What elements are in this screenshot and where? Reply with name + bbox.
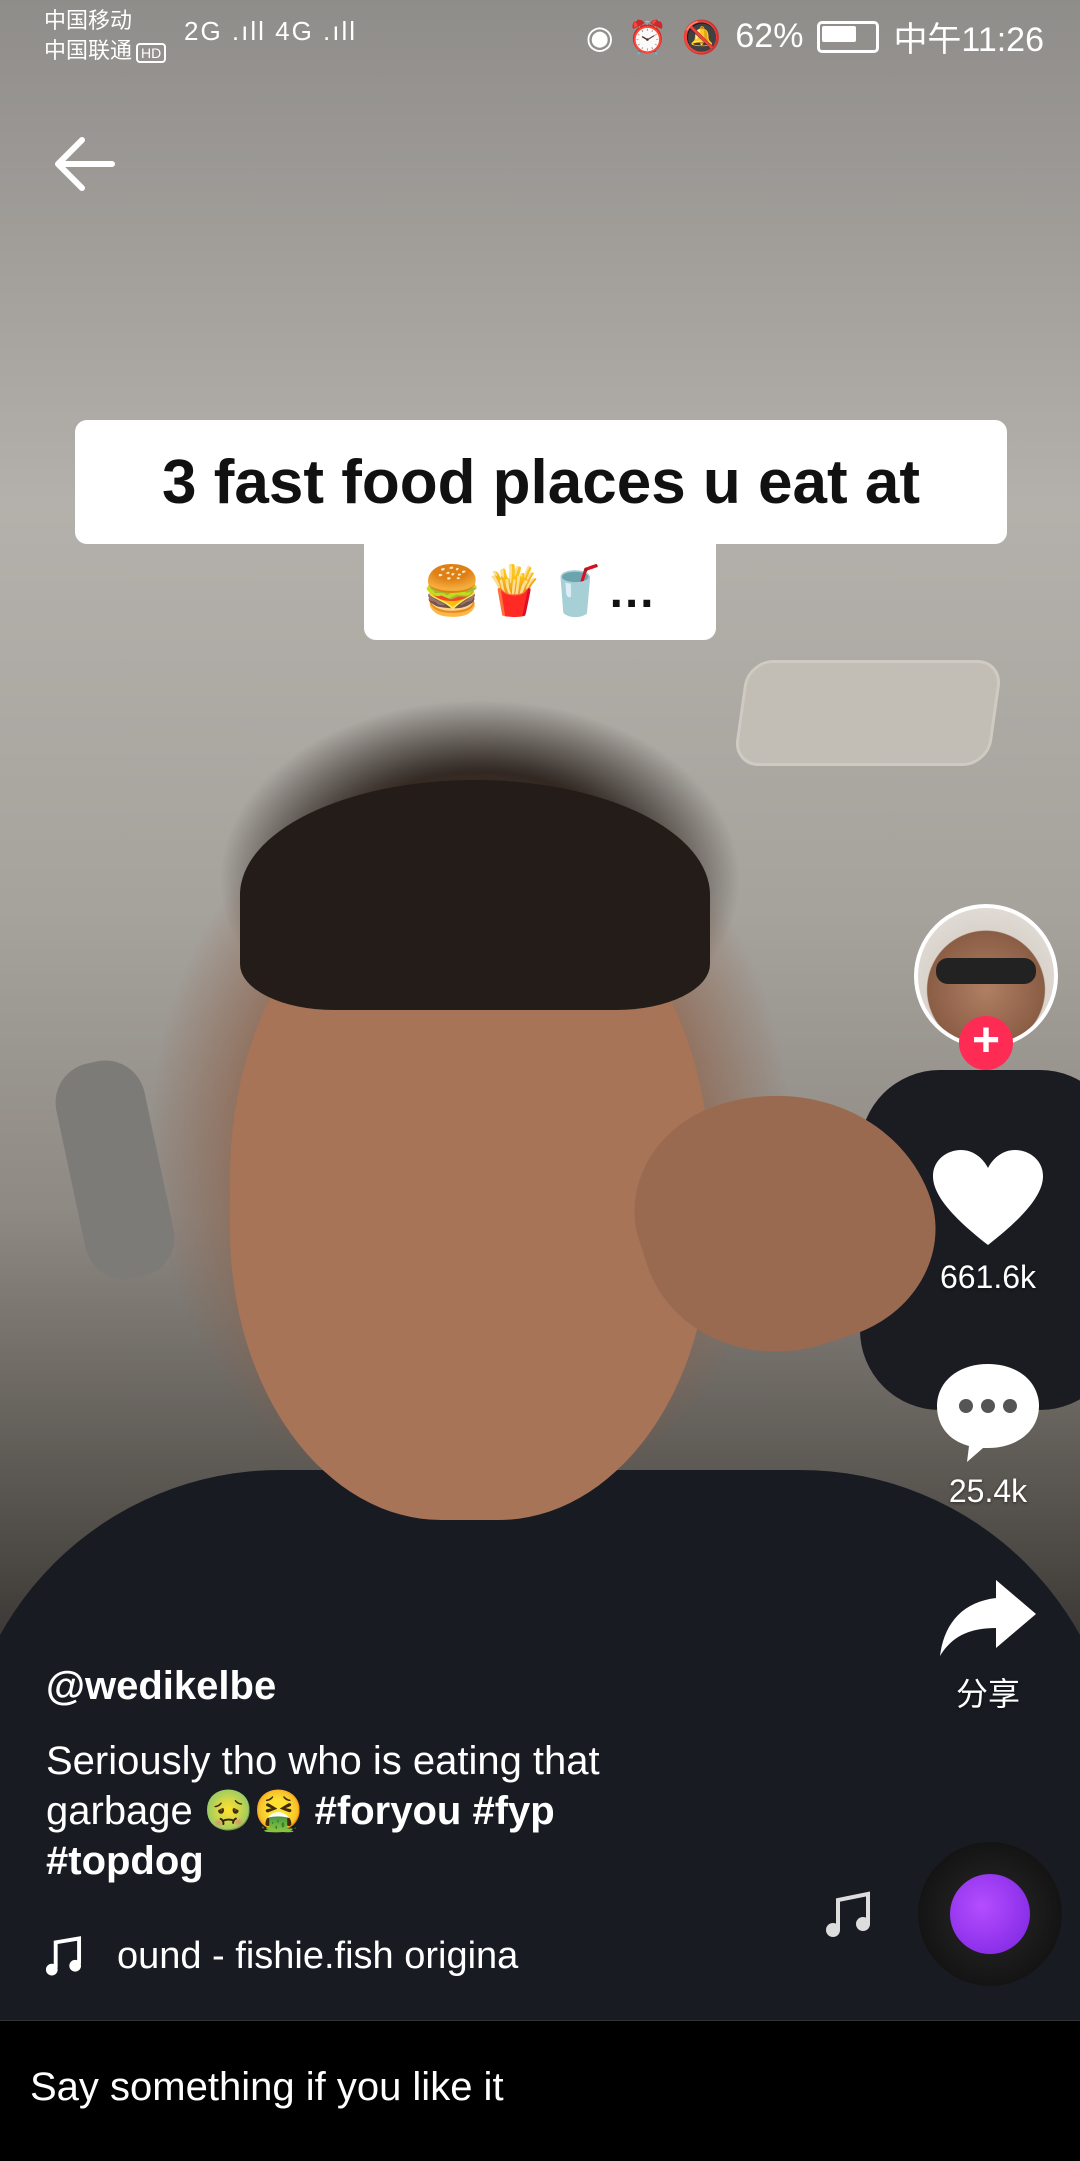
comment-button[interactable]: 25.4k — [898, 1360, 1078, 1510]
back-arrow-icon[interactable] — [52, 132, 116, 196]
music-title[interactable]: ound - fishie.fish origina — [117, 1935, 604, 1978]
ceiling-light — [732, 660, 1004, 766]
signal-icons: 2G .ıll 4G .ıll — [184, 16, 358, 46]
clock: 中午11:26 — [893, 21, 1044, 59]
alarm-icon: ⏰ — [627, 18, 668, 55]
post-description: Seriously tho who is eating that garbage… — [46, 1736, 686, 1886]
carrier-1: 中国移动 — [44, 8, 133, 33]
hashtag-topdog[interactable]: #topdog — [46, 1839, 204, 1883]
hashtag-foryou[interactable]: #foryou — [315, 1789, 462, 1833]
comment-input[interactable]: Say something if you like it — [30, 2065, 504, 2110]
mute-bell-icon: 🔕 — [681, 18, 722, 55]
battery-percent: 62% — [735, 17, 804, 55]
share-label: 分享 — [955, 1676, 1020, 1712]
floating-notes-icon — [826, 1891, 870, 1937]
hashtag-fyp[interactable]: #fyp — [472, 1789, 554, 1833]
post-username[interactable]: @wedikelbe — [46, 1664, 276, 1709]
person-hair — [240, 780, 710, 1010]
music-row[interactable]: ound - fishie.fish origina — [44, 1928, 604, 1984]
carrier-2: 中国联通 — [44, 38, 133, 63]
heart-icon[interactable] — [933, 1150, 1043, 1250]
video-caption-line1: 3 fast food places u eat at — [75, 420, 1007, 544]
like-button[interactable]: 661.6k — [898, 1150, 1078, 1296]
car-handle — [48, 1053, 182, 1287]
eye-icon: ◉ — [585, 18, 614, 55]
like-count: 661.6k — [939, 1259, 1037, 1295]
video-caption-line2: 🍔🍟🥤… — [364, 540, 716, 640]
hd-badge: HD — [136, 43, 167, 63]
avatar-glasses — [936, 958, 1036, 984]
comment-bar[interactable]: Say something if you like it — [0, 2020, 1080, 2161]
creator-avatar-button[interactable]: + — [914, 904, 1058, 1070]
music-note-icon — [45, 1936, 82, 1976]
share-button[interactable]: 分享 — [898, 1576, 1078, 1715]
follow-plus-button[interactable]: + — [959, 1016, 1013, 1070]
disc-center — [950, 1874, 1030, 1954]
share-arrow-icon[interactable] — [936, 1576, 1040, 1660]
comment-bubble-icon[interactable] — [933, 1360, 1043, 1464]
battery-icon — [817, 20, 880, 53]
status-bar: 中国移动 中国联通 HD 2G .ıll 4G .ıll ◉ ⏰ 🔕 62% 中午… — [0, 0, 1080, 72]
comment-count: 25.4k — [948, 1473, 1028, 1509]
music-disc-button[interactable] — [918, 1842, 1062, 1986]
carrier-info: 中国移动 中国联通 HD — [44, 6, 167, 68]
status-right: ◉ ⏰ 🔕 62% 中午11:26 — [586, 12, 1044, 61]
